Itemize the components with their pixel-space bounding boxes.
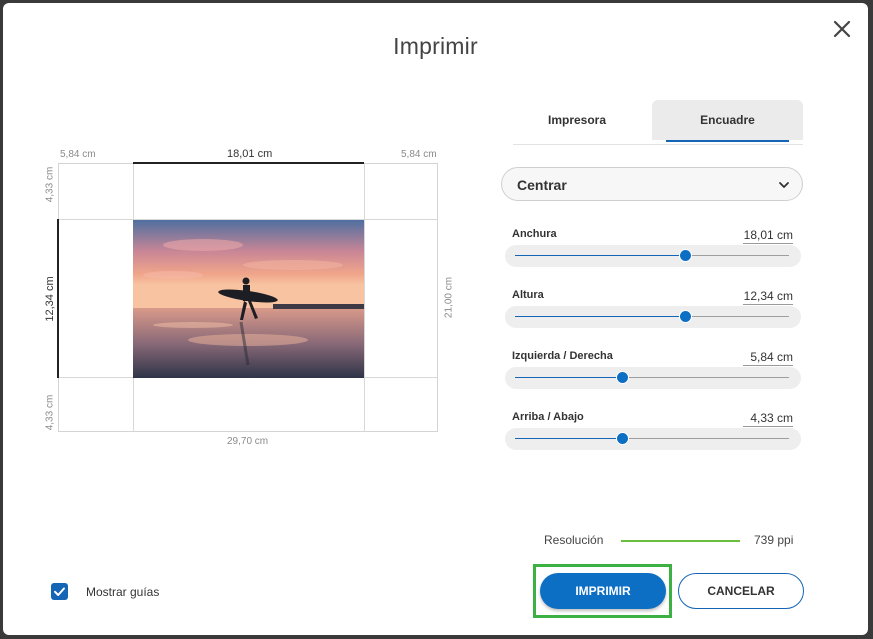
slider-thumb[interactable] (616, 372, 628, 383)
slider-value[interactable]: 5,84 cm (743, 350, 793, 366)
active-tab-indicator (666, 140, 789, 142)
slider-thumb[interactable] (616, 433, 628, 444)
guide-line (364, 163, 365, 432)
top-margin-label: 4,33 cm (44, 166, 56, 203)
check-icon (54, 587, 65, 596)
right-margin-label: 5,84 cm (401, 149, 437, 160)
slider-row-altura: Altura 12,34 cm (505, 289, 801, 347)
resolution-label: Resolución (544, 533, 604, 547)
chevron-down-icon (779, 182, 789, 188)
slider-thumb[interactable] (679, 250, 691, 261)
left-margin-label: 5,84 cm (60, 149, 96, 160)
alignment-select[interactable]: Centrar (501, 167, 803, 201)
height-indicator (57, 219, 59, 378)
slider-row-izquierda-derecha: Izquierda / Derecha 5,84 cm (505, 350, 801, 408)
dialog-title: Imprimir (393, 33, 478, 59)
slider-fill (515, 438, 622, 439)
slider-value[interactable]: 4,33 cm (743, 411, 793, 427)
slider-fill (515, 377, 622, 378)
slider-row-arriba-abajo: Arriba / Abajo 4,33 cm (505, 411, 801, 469)
height-label: 12,34 cm (44, 276, 56, 322)
slider-value[interactable]: 18,01 cm (743, 228, 793, 244)
slider-fill (515, 316, 685, 317)
slider-fill (515, 255, 685, 256)
print-button[interactable]: IMPRIMIR (540, 573, 666, 609)
slider-label: Anchura (512, 228, 557, 240)
preview-photo (133, 220, 364, 378)
cancel-button[interactable]: CANCELAR (678, 573, 804, 609)
slider-label: Arriba / Abajo (512, 411, 584, 423)
slider-background (505, 306, 801, 328)
print-dialog: Imprimir 5,84 cm 18,01 cm 5,84 cm 4,33 c… (3, 3, 868, 635)
show-guides-checkbox[interactable] (51, 583, 68, 600)
slider-value[interactable]: 12,34 cm (743, 289, 793, 305)
slider-background (505, 367, 801, 389)
resolution-indicator (621, 540, 740, 542)
settings-tabs: Impresora Encuadre (513, 100, 803, 145)
tab-impresora[interactable]: Impresora (513, 100, 641, 140)
alignment-select-value: Centrar (517, 177, 567, 193)
slider-background (505, 245, 801, 267)
slider-label: Izquierda / Derecha (512, 350, 613, 362)
tab-encuadre[interactable]: Encuadre (652, 100, 803, 140)
slider-background (505, 428, 801, 450)
slider-row-anchura: Anchura 18,01 cm (505, 228, 801, 286)
slider-label: Altura (512, 289, 544, 301)
width-indicator (133, 162, 364, 164)
show-guides-label: Mostrar guías (86, 585, 160, 599)
paper-height-label: 21,00 cm (443, 276, 455, 319)
bottom-margin-label: 4,33 cm (44, 394, 56, 431)
width-label: 18,01 cm (227, 148, 273, 160)
resolution-value: 739 ppi (754, 533, 794, 547)
paper-width-label: 29,70 cm (227, 436, 269, 447)
slider-thumb[interactable] (679, 311, 691, 322)
